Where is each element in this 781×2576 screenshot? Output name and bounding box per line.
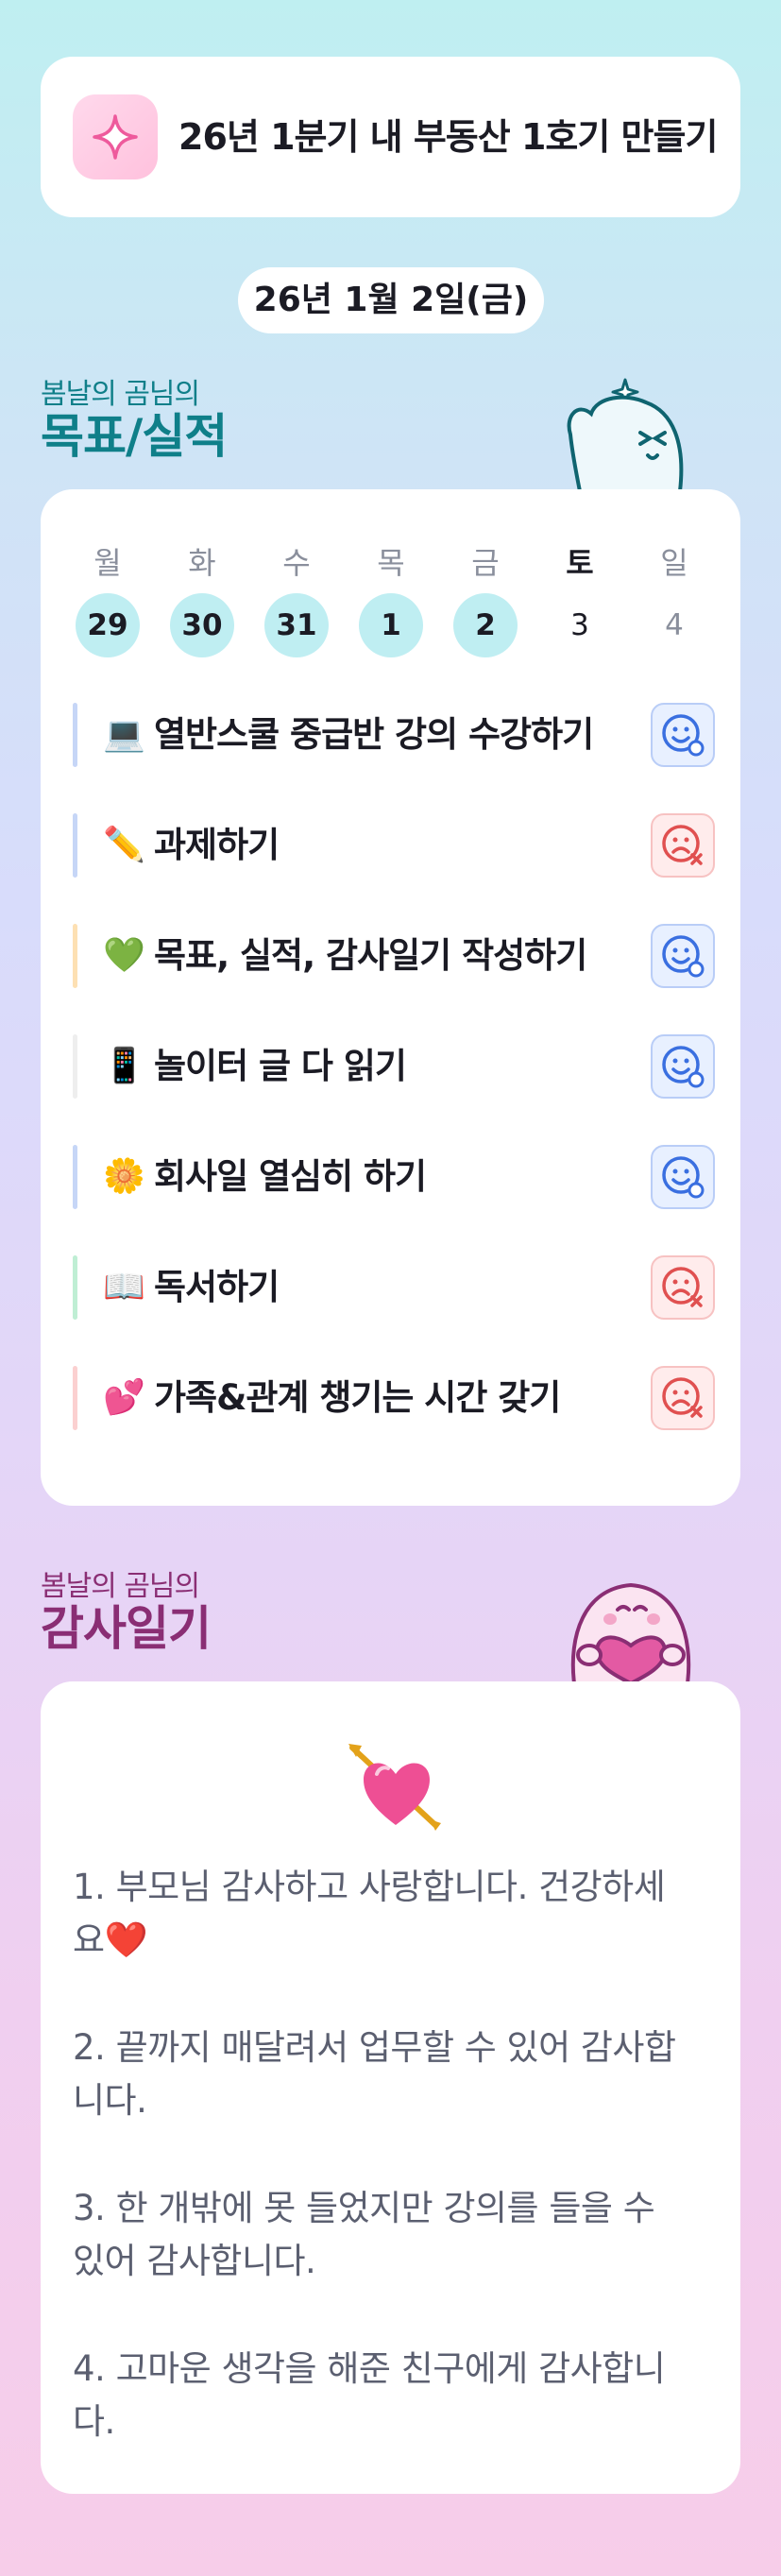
goal-card: 26년 1분기 내 부동산 1호기 만들기 xyxy=(41,57,740,217)
diary-line-2: 있어 감사합니다. xyxy=(73,2241,316,2281)
diary-line-2: 다. xyxy=(73,2401,115,2442)
pencil-icon: ✏️ xyxy=(103,826,145,864)
weekday-label: 일 xyxy=(660,545,688,581)
weekday-label: 화 xyxy=(188,545,216,581)
day-number: 1 xyxy=(359,593,423,657)
not-achieved-face-icon[interactable] xyxy=(651,1255,715,1320)
two-hearts-icon: 💕 xyxy=(103,1378,145,1417)
laptop-icon: 💻 xyxy=(103,715,145,754)
goals-section-label: 봄날의 곰님의 목표/실적 xyxy=(41,370,228,464)
day-wed[interactable]: 수 31 xyxy=(263,544,330,657)
task-label: 목표, 실적, 감사일기 작성하기 xyxy=(154,935,587,976)
goal-title: 26년 1분기 내 부동산 1호기 만들기 xyxy=(178,116,718,158)
task-label: 독서하기 xyxy=(154,1267,280,1307)
task-label: 놀이터 글 다 읽기 xyxy=(154,1046,407,1086)
blossom-icon: 🌼 xyxy=(103,1157,145,1196)
not-achieved-face-icon[interactable] xyxy=(651,813,715,878)
diary-line-1: 2. 끝까지 매달려서 업무할 수 있어 감사합 xyxy=(73,2027,676,2068)
achieved-smile-icon[interactable] xyxy=(651,1034,715,1099)
task-row[interactable]: 💕 가족&관계 챙기는 시간 갖기 xyxy=(73,1362,715,1434)
day-thu[interactable]: 목 1 xyxy=(358,544,424,657)
task-row[interactable]: 📱 놀이터 글 다 읽기 xyxy=(73,1031,715,1102)
task-row[interactable]: 💻 열반스쿨 중급반 강의 수강하기 xyxy=(73,699,715,771)
diary-entry: 1. 부모님 감사하고 사랑합니다. 건강하세 요❤️ xyxy=(73,1861,715,1967)
diary-line-1: 3. 한 개밖에 못 들었지만 강의를 들을 수 xyxy=(73,2188,655,2228)
day-number: 29 xyxy=(76,593,140,657)
weekday-label: 토 xyxy=(566,545,594,581)
diary-entry: 2. 끝까지 매달려서 업무할 수 있어 감사합 니다. xyxy=(73,2022,715,2127)
gratitude-diary-card: 1. 부모님 감사하고 사랑합니다. 건강하세 요❤️ 2. 끝까지 매달려서 … xyxy=(41,1681,740,2494)
green-heart-icon: 💚 xyxy=(103,936,145,975)
diary-line-2: 니다. xyxy=(73,2080,147,2121)
task-color-bar xyxy=(73,924,77,988)
weekday-label: 금 xyxy=(471,545,500,581)
achieved-smile-icon[interactable] xyxy=(651,924,715,988)
goals-section-title: 목표/실적 xyxy=(41,409,228,464)
sparkle-icon xyxy=(73,94,158,179)
task-row[interactable]: 💚 목표, 실적, 감사일기 작성하기 xyxy=(73,920,715,992)
achieved-smile-icon[interactable] xyxy=(651,1145,715,1209)
day-number: 3 xyxy=(570,608,589,642)
goals-section-owner: 봄날의 곰님의 xyxy=(41,378,200,411)
diary-line-1: 4. 고마운 생각을 해준 친구에게 감사합니 xyxy=(73,2348,666,2389)
task-row[interactable]: 📖 독서하기 xyxy=(73,1252,715,1323)
task-color-bar xyxy=(73,1255,77,1320)
diary-entry: 4. 고마운 생각을 해준 친구에게 감사합니 다. xyxy=(73,2343,715,2448)
book-icon: 📖 xyxy=(103,1268,145,1306)
phone-icon: 📱 xyxy=(103,1047,145,1085)
weekday-label: 목 xyxy=(377,545,405,581)
not-achieved-face-icon[interactable] xyxy=(651,1366,715,1430)
task-label: 회사일 열심히 하기 xyxy=(154,1156,427,1197)
task-color-bar xyxy=(73,1366,77,1430)
weekday-label: 월 xyxy=(93,545,122,581)
heart-mascot-icon xyxy=(555,1561,706,1687)
blob-mascot-icon xyxy=(559,368,701,495)
date-pill[interactable]: 26년 1월 2일(금) xyxy=(238,267,544,333)
day-number: 2 xyxy=(453,593,518,657)
task-label: 열반스쿨 중급반 강의 수강하기 xyxy=(154,714,594,755)
task-color-bar xyxy=(73,1034,77,1099)
task-color-bar xyxy=(73,703,77,767)
heart-with-arrow-icon xyxy=(343,1738,447,1836)
day-sun[interactable]: 일 4 xyxy=(641,544,707,657)
week-calendar: 월 29 화 30 수 31 목 1 금 2 토 3 일 4 xyxy=(75,544,707,657)
weekday-label: 수 xyxy=(282,545,311,581)
thanks-section-owner: 봄날의 곰님의 xyxy=(41,1570,200,1603)
day-fri[interactable]: 금 2 xyxy=(452,544,518,657)
task-label: 가족&관계 챙기는 시간 갖기 xyxy=(154,1377,561,1418)
day-number: 31 xyxy=(264,593,329,657)
achieved-smile-icon[interactable] xyxy=(651,703,715,767)
diary-line-2: 요❤️ xyxy=(73,1919,148,1960)
task-color-bar xyxy=(73,1145,77,1209)
diary-entry: 3. 한 개밖에 못 들었지만 강의를 들을 수 있어 감사합니다. xyxy=(73,2182,715,2288)
day-number: 4 xyxy=(665,608,684,642)
task-row[interactable]: 🌼 회사일 열심히 하기 xyxy=(73,1141,715,1213)
task-color-bar xyxy=(73,813,77,878)
day-sat[interactable]: 토 3 xyxy=(547,544,613,657)
thanks-section-label: 봄날의 곰님의 감사일기 xyxy=(41,1562,212,1656)
task-label: 과제하기 xyxy=(154,825,280,865)
thanks-section-title: 감사일기 xyxy=(41,1601,212,1656)
task-row[interactable]: ✏️ 과제하기 xyxy=(73,810,715,881)
day-tue[interactable]: 화 30 xyxy=(169,544,235,657)
goals-card: 월 29 화 30 수 31 목 1 금 2 토 3 일 4 💻 열반스쿨 중급… xyxy=(41,489,740,1506)
day-mon[interactable]: 월 29 xyxy=(75,544,141,657)
day-number: 30 xyxy=(170,593,234,657)
diary-line-1: 1. 부모님 감사하고 사랑합니다. 건강하세 xyxy=(73,1867,666,1907)
